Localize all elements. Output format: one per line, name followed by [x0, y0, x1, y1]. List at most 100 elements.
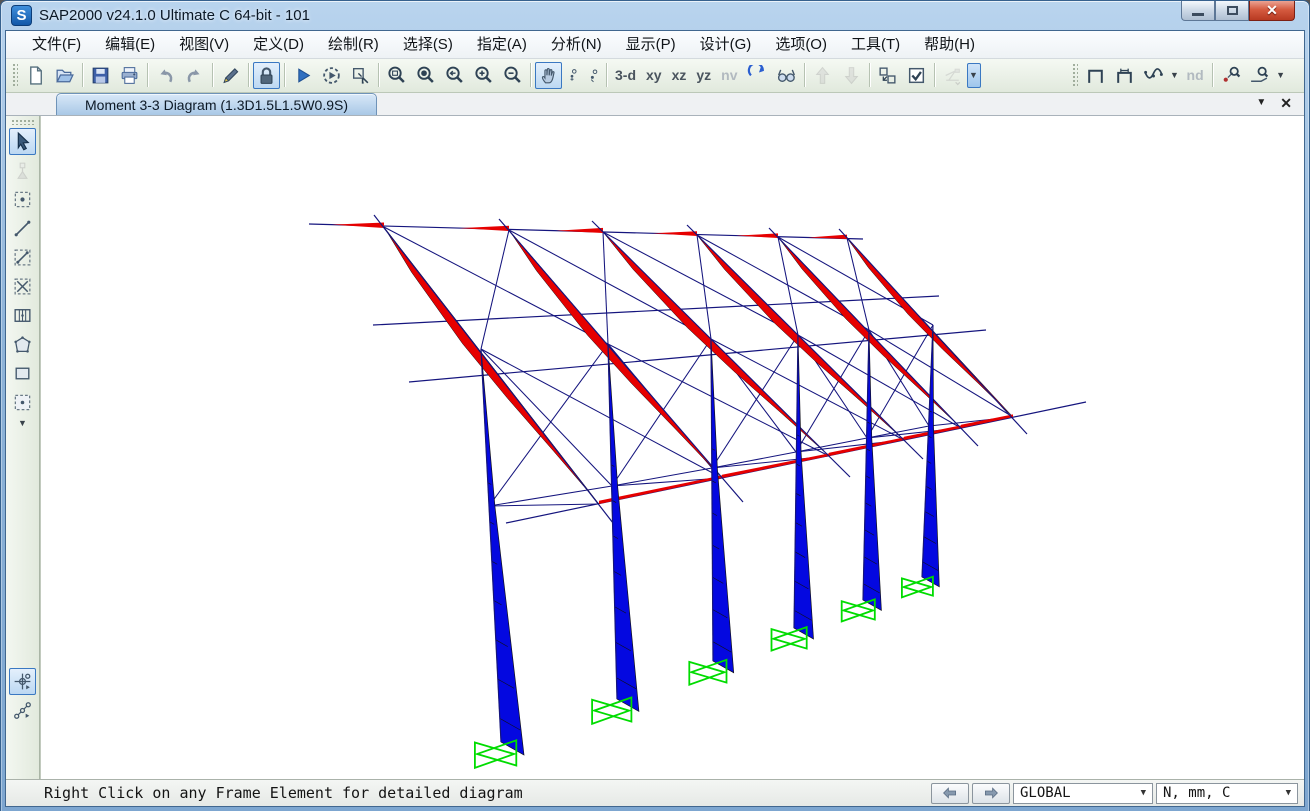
brace-line[interactable]	[489, 344, 608, 506]
assign-display-dropdown[interactable]: ▼	[967, 63, 981, 88]
get-previous-selection-button[interactable]	[874, 62, 901, 89]
snap-to-midpoints-button[interactable]	[9, 697, 36, 724]
coordinate-system-select[interactable]: GLOBAL ▼	[1013, 783, 1153, 804]
zoom-full-button[interactable]	[412, 62, 439, 89]
menu-help[interactable]: 帮助(H)	[912, 31, 987, 58]
draw-frame-button[interactable]	[9, 215, 36, 242]
brace-line[interactable]	[697, 235, 711, 339]
frame-support-display-button[interactable]	[1111, 62, 1138, 89]
menu-draw[interactable]: 绘制(R)	[316, 31, 391, 58]
view-tab-moment-3-3[interactable]: Moment 3-3 Diagram (1.3D1.5L1.5W0.9S)	[56, 93, 377, 115]
cable-profile-button[interactable]	[1140, 62, 1167, 89]
menu-edit[interactable]: 编辑(E)	[93, 31, 167, 58]
run-options-button[interactable]	[318, 62, 345, 89]
brace-line[interactable]	[481, 230, 509, 349]
nd-mode-button[interactable]: nd	[1182, 67, 1209, 83]
view-yz-button[interactable]: yz	[691, 67, 716, 83]
open-model-button[interactable]	[51, 62, 78, 89]
menu-view[interactable]: 视图(V)	[167, 31, 241, 58]
frame-detail-dropdown[interactable]: ▼	[1274, 63, 1288, 88]
previous-view-button[interactable]	[931, 783, 969, 804]
lock-model-button[interactable]	[253, 62, 280, 89]
titlebar[interactable]: S SAP2000 v24.1.0 Ultimate C 64-bit - 10…	[5, 1, 1305, 30]
rafter-line[interactable]	[499, 219, 743, 502]
object-view-option-b-button[interactable]	[584, 62, 602, 89]
new-model-button[interactable]	[22, 62, 49, 89]
reshape-object-button[interactable]	[9, 157, 36, 184]
next-view-button[interactable]	[972, 783, 1010, 804]
zoom-in-button[interactable]	[470, 62, 497, 89]
purlin-moment-diagram[interactable]	[556, 228, 603, 233]
perspective-toggle-button[interactable]	[773, 62, 800, 89]
tab-close-icon[interactable]: ✕	[1280, 96, 1292, 110]
viewport[interactable]	[40, 116, 1304, 779]
rotate-view-button[interactable]	[744, 62, 771, 89]
column-moment-diagram[interactable]	[922, 325, 939, 587]
units-select[interactable]: N, mm, C ▼	[1156, 783, 1298, 804]
rafter-line[interactable]	[374, 215, 620, 532]
draw-mode-button[interactable]	[217, 62, 244, 89]
brace-line[interactable]	[489, 486, 612, 506]
menu-assign[interactable]: 指定(A)	[465, 31, 539, 58]
close-button[interactable]: ✕	[1249, 1, 1295, 21]
view-3d-button[interactable]: 3-d	[610, 67, 641, 83]
purlin-moment-diagram[interactable]	[460, 226, 509, 231]
brace-line[interactable]	[608, 344, 829, 456]
run-analysis-button[interactable]	[289, 62, 316, 89]
purlin-moment-diagram[interactable]	[653, 232, 697, 237]
view-xz-button[interactable]: xz	[667, 67, 692, 83]
brace-line[interactable]	[489, 504, 599, 506]
menu-analyze[interactable]: 分析(N)	[539, 31, 614, 58]
redo-button[interactable]	[181, 62, 208, 89]
pointer-select-button[interactable]	[9, 128, 36, 155]
brace-line[interactable]	[603, 232, 798, 335]
menu-options[interactable]: 选项(O)	[763, 31, 839, 58]
brace-line[interactable]	[509, 230, 711, 339]
object-view-option-a-button[interactable]	[564, 62, 582, 89]
maximize-button[interactable]	[1215, 1, 1249, 21]
draw-rect-area-button[interactable]	[9, 360, 36, 387]
frame-section-display-button[interactable]	[1082, 62, 1109, 89]
save-model-button[interactable]	[87, 62, 114, 89]
undo-button[interactable]	[152, 62, 179, 89]
frame-detail-button[interactable]	[1246, 62, 1273, 89]
menu-display[interactable]: 显示(P)	[614, 31, 688, 58]
cable-profile-dropdown[interactable]: ▼	[1168, 63, 1182, 88]
move-up-in-list-button[interactable]	[809, 62, 836, 89]
quick-draw-braces-button[interactable]	[9, 273, 36, 300]
brace-line[interactable]	[384, 227, 608, 344]
zoom-previous-button[interactable]	[441, 62, 468, 89]
zoom-out-button[interactable]	[499, 62, 526, 89]
view-xy-button[interactable]: xy	[641, 67, 667, 83]
brace-line[interactable]	[603, 232, 608, 344]
draw-poly-area-button[interactable]	[9, 331, 36, 358]
print-button[interactable]	[116, 62, 143, 89]
assign-display-tool-button[interactable]	[939, 62, 966, 89]
brace-line[interactable]	[481, 349, 722, 478]
snap-to-joints-button[interactable]	[9, 668, 36, 695]
menu-file[interactable]: 文件(F)	[20, 31, 93, 58]
minimize-button[interactable]	[1181, 1, 1215, 21]
menu-define[interactable]: 定义(D)	[241, 31, 316, 58]
menu-select[interactable]: 选择(S)	[391, 31, 465, 58]
structure-view-3d[interactable]	[41, 116, 1304, 779]
menu-tools[interactable]: 工具(T)	[839, 31, 912, 58]
menu-design[interactable]: 设计(G)	[688, 31, 764, 58]
purlin-moment-diagram[interactable]	[736, 234, 778, 239]
pan-button[interactable]	[535, 62, 562, 89]
joint-detail-button[interactable]	[1217, 62, 1244, 89]
shrink-objects-button[interactable]	[347, 62, 374, 89]
purlin-moment-diagram[interactable]	[961, 415, 1013, 429]
view-nv-button[interactable]: nv	[716, 67, 742, 83]
move-down-in-list-button[interactable]	[838, 62, 865, 89]
tab-list-dropdown[interactable]: ▼	[1256, 97, 1266, 108]
select-all-button[interactable]	[903, 62, 930, 89]
quick-draw-area-button[interactable]	[9, 389, 36, 416]
quick-draw-secondary-beams-button[interactable]	[9, 302, 36, 329]
draw-tools-more-dropdown[interactable]: ▼	[10, 417, 35, 429]
rafter-line[interactable]	[687, 225, 923, 459]
zoom-window-button[interactable]	[383, 62, 410, 89]
draw-joint-button[interactable]	[9, 186, 36, 213]
column-moment-diagram[interactable]	[711, 339, 734, 673]
quick-draw-frame-button[interactable]	[9, 244, 36, 271]
